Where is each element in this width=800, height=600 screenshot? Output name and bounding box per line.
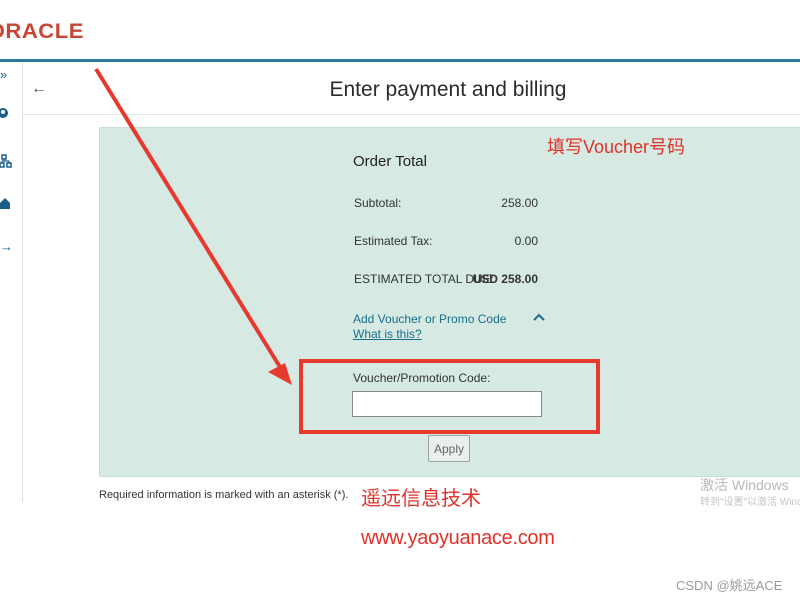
annotation-url: www.yaoyuanace.com <box>361 527 555 549</box>
apply-button[interactable]: Apply <box>428 435 470 462</box>
what-is-this-link[interactable]: What is this? <box>353 327 422 341</box>
user-icon[interactable] <box>0 107 14 121</box>
hierarchy-icon[interactable] <box>0 154 14 168</box>
estimated-tax-value: 0.00 <box>514 234 538 248</box>
chevron-up-icon[interactable] <box>533 309 545 325</box>
highlight-box <box>299 359 600 434</box>
csdn-watermark: CSDN @姚远ACE <box>676 578 783 593</box>
home-icon[interactable] <box>0 196 14 210</box>
order-total-title: Order Total <box>353 153 427 170</box>
annotation-fill-voucher: 填写Voucher号码 <box>547 137 686 157</box>
total-due-value: USD 258.00 <box>472 272 538 286</box>
windows-activation-watermark: 激活 Windows <box>700 477 789 493</box>
required-note: Required information is marked with an a… <box>99 489 349 501</box>
add-voucher-link[interactable]: Add Voucher or Promo Code <box>353 312 506 326</box>
arrow-right-icon[interactable]: → <box>0 240 14 254</box>
top-bar: ORACLE <box>0 0 800 60</box>
sidebar: » → <box>0 62 23 502</box>
subtotal-label: Subtotal: <box>354 196 402 210</box>
header-divider <box>23 114 800 115</box>
header-accent-line <box>0 59 800 62</box>
estimated-tax-label: Estimated Tax: <box>354 234 433 248</box>
subtotal-value: 258.00 <box>501 196 538 210</box>
annotation-brand: 遥远信息技术 <box>361 488 481 510</box>
windows-activation-subtext: 转到"设置"以激活 Windows。 <box>700 497 800 508</box>
page-title: Enter payment and billing <box>329 78 567 101</box>
oracle-logo[interactable]: ORACLE <box>0 20 84 44</box>
